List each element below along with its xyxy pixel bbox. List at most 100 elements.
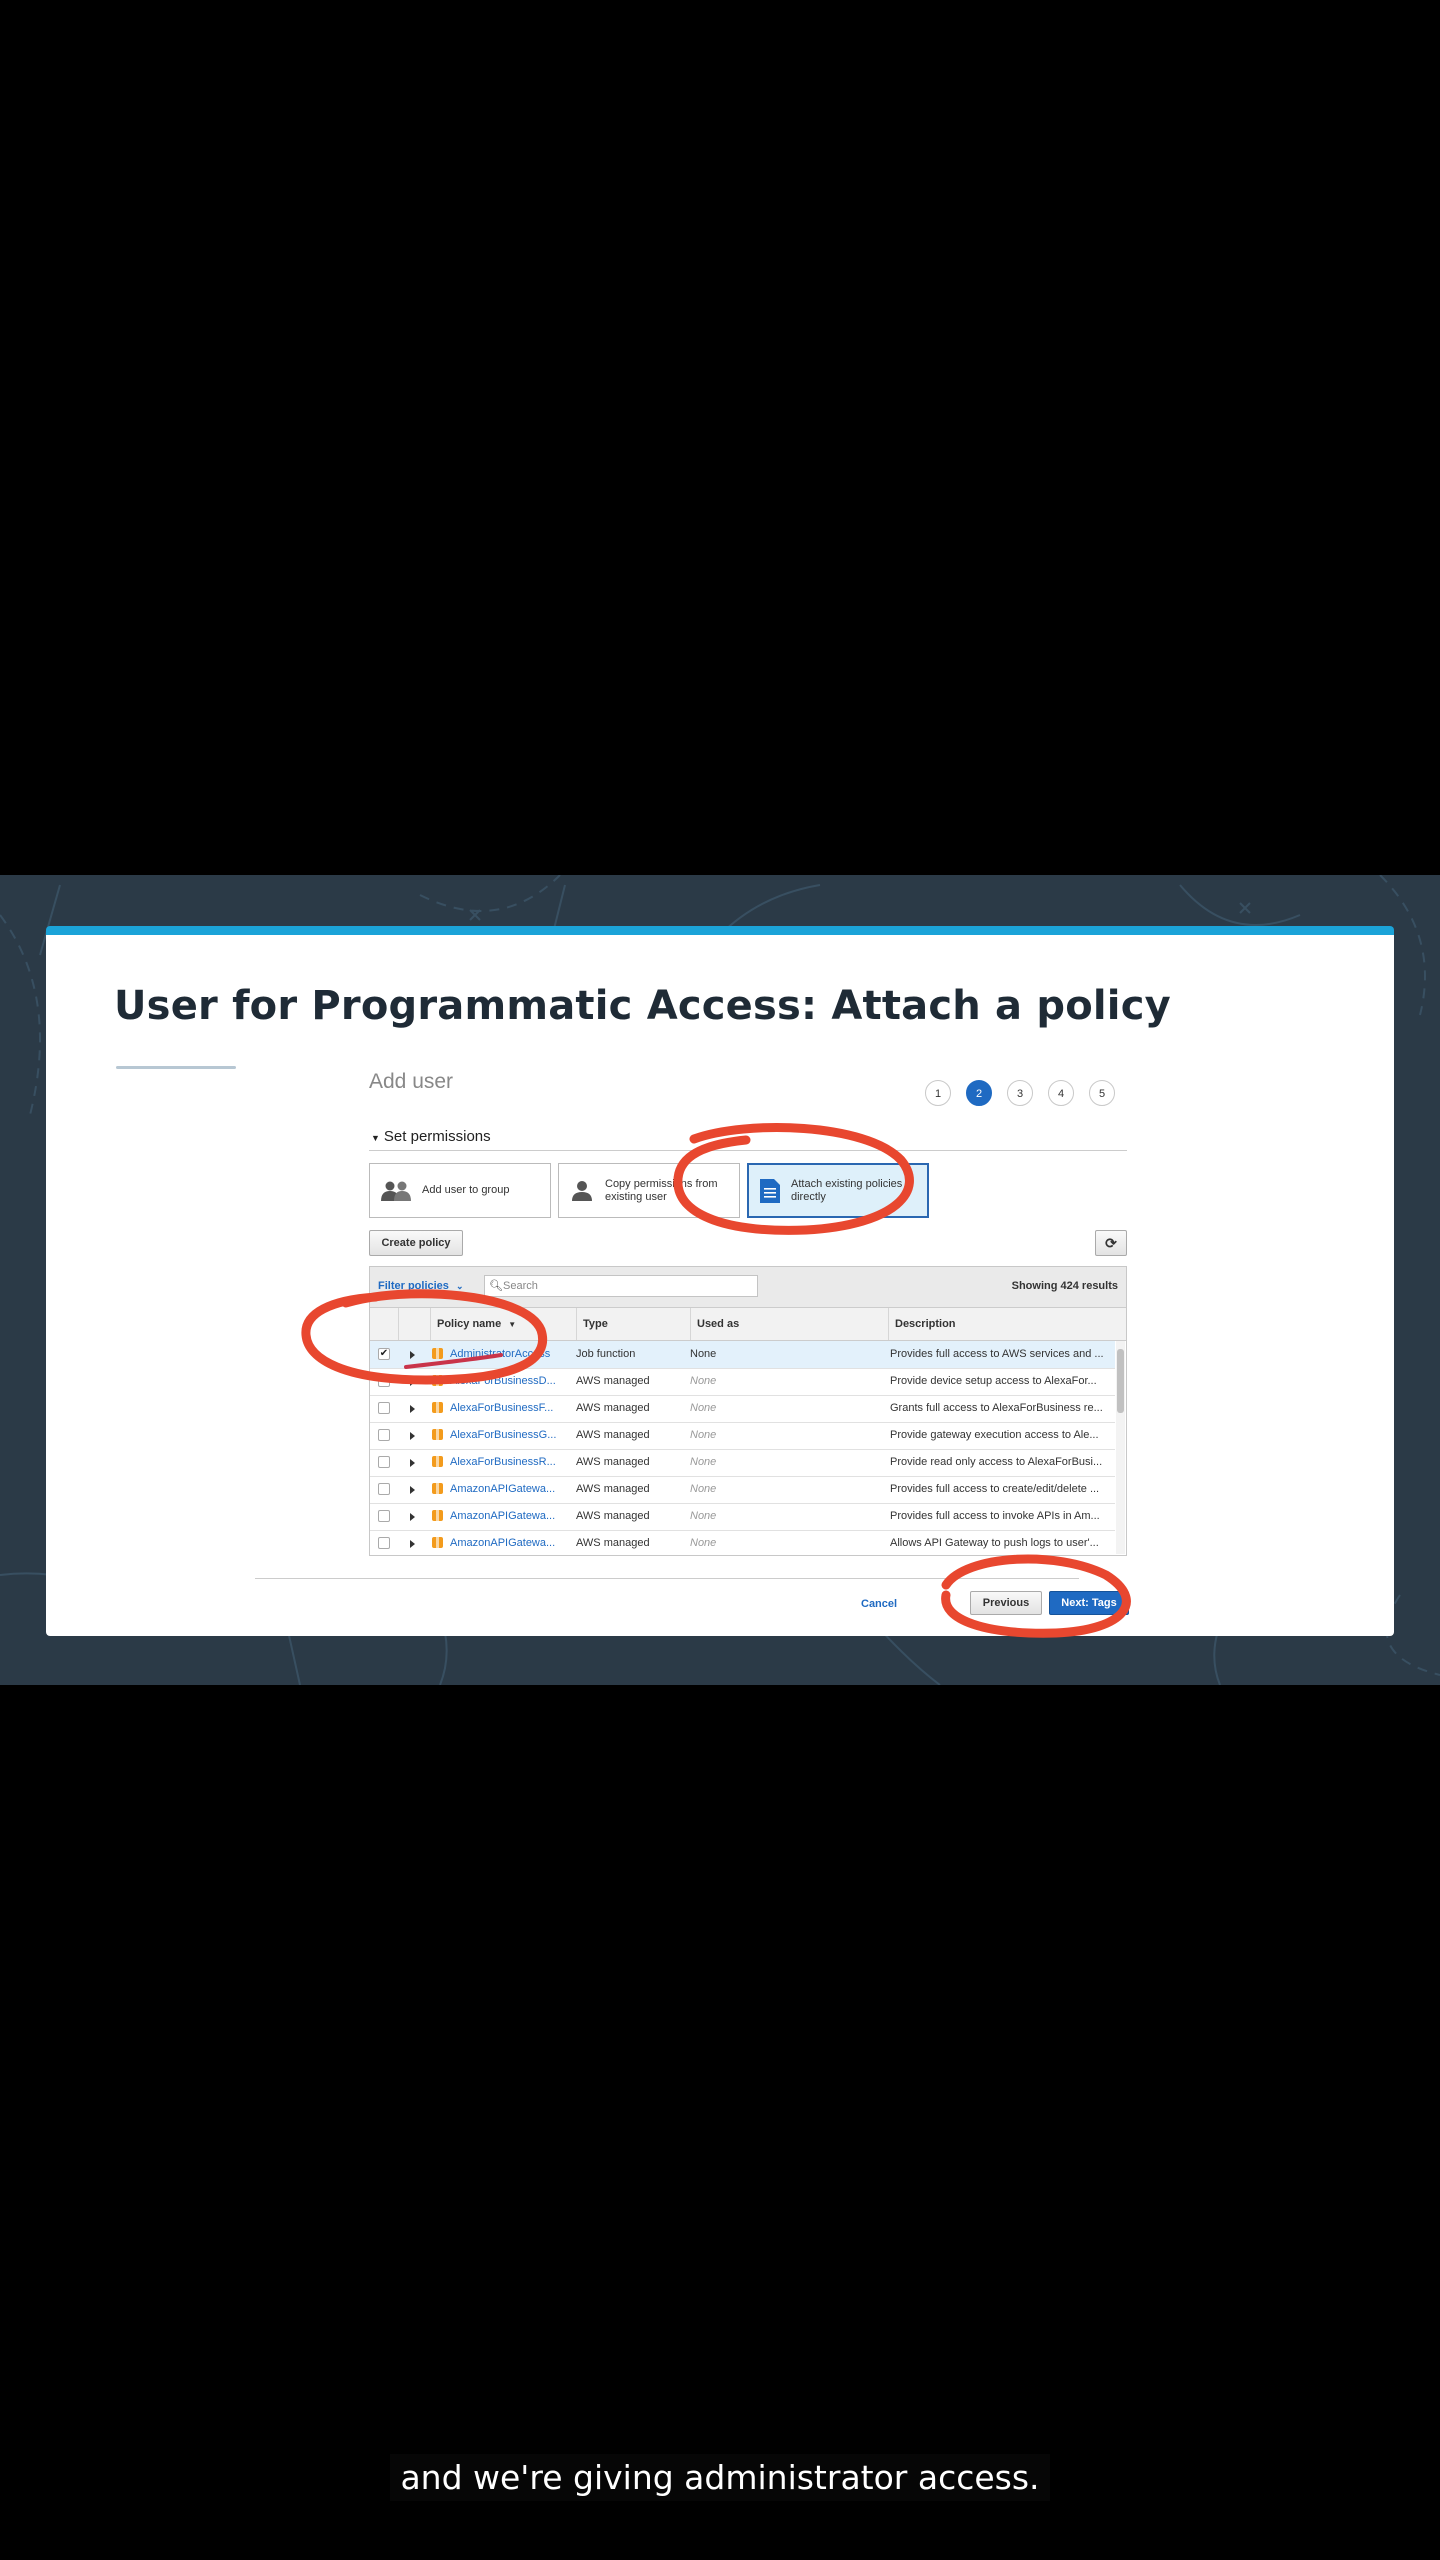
- policy-description: Provides full access to create/edit/dele…: [890, 1483, 1100, 1495]
- expand-caret-icon[interactable]: [410, 1405, 415, 1413]
- table-row[interactable]: AmazonAPIGatewa... AWS managed None Provide…: [370, 1503, 1115, 1531]
- users-group-icon: [380, 1180, 412, 1202]
- next-tags-button[interactable]: Next: Tags: [1049, 1591, 1129, 1615]
- search-placeholder: Search: [503, 1280, 538, 1292]
- filter-policies-dropdown[interactable]: Filter policies ⌄: [378, 1280, 464, 1292]
- expand-caret-icon[interactable]: [410, 1378, 415, 1386]
- policy-type: AWS managed: [576, 1510, 650, 1522]
- policy-table: Filter policies ⌄ 🔍︎ Search Showing 424 …: [369, 1266, 1127, 1556]
- row-checkbox[interactable]: [378, 1429, 390, 1441]
- expand-caret-icon[interactable]: [410, 1486, 415, 1494]
- policy-name-link[interactable]: AlexaForBusinessR...: [450, 1449, 558, 1476]
- search-input[interactable]: 🔍︎ Search: [484, 1275, 758, 1297]
- policy-type: AWS managed: [576, 1375, 650, 1387]
- caret-down-icon: ▼: [371, 1133, 380, 1143]
- policy-name-link[interactable]: AmazonAPIGatewa...: [450, 1530, 558, 1555]
- slide-card: User for Programmatic Access: Attach a p…: [46, 926, 1394, 1638]
- option-copy-permissions[interactable]: Copy permissions from existing user: [558, 1163, 740, 1218]
- filter-policies-label: Filter policies: [378, 1280, 449, 1292]
- option-label: Copy permissions from existing user: [605, 1177, 718, 1203]
- policy-name-link[interactable]: AmazonAPIGatewa...: [450, 1503, 558, 1530]
- policy-name-link[interactable]: AmazonAPIGatewa...: [450, 1476, 558, 1503]
- header-checkbox-col: [370, 1308, 398, 1340]
- slide-title: User for Programmatic Access: Attach a p…: [114, 983, 1171, 1029]
- table-row[interactable]: AlexaForBusinessD... AWS managed None Provi…: [370, 1368, 1115, 1396]
- step-3[interactable]: 3: [1007, 1080, 1033, 1106]
- policy-package-icon: [432, 1348, 443, 1359]
- step-1[interactable]: 1: [925, 1080, 951, 1106]
- table-row[interactable]: AlexaForBusinessF... AWS managed None Grant…: [370, 1395, 1115, 1423]
- table-row[interactable]: ✔ AdministratorAccess Job function None Prov…: [370, 1341, 1115, 1369]
- expand-caret-icon[interactable]: [410, 1351, 415, 1359]
- header-expand-col: [398, 1308, 430, 1340]
- policy-description: Provide read only access to AlexaForBusi…: [890, 1456, 1103, 1468]
- table-row[interactable]: AmazonAPIGatewa... AWS managed None Provide…: [370, 1476, 1115, 1504]
- header-type[interactable]: Type: [576, 1308, 690, 1340]
- chevron-down-icon: ⌄: [455, 1281, 464, 1291]
- step-5[interactable]: 5: [1089, 1080, 1115, 1106]
- header-used-as[interactable]: Used as: [690, 1308, 888, 1340]
- policy-name-link[interactable]: AlexaForBusinessF...: [450, 1395, 558, 1422]
- row-checkbox[interactable]: [378, 1456, 390, 1468]
- option-label: Attach existing policies directly: [791, 1177, 903, 1203]
- policy-package-icon: [432, 1483, 443, 1494]
- table-row[interactable]: AlexaForBusinessG... AWS managed None Provi…: [370, 1422, 1115, 1450]
- expand-caret-icon[interactable]: [410, 1432, 415, 1440]
- policy-description: Provides full access to AWS services and…: [890, 1348, 1104, 1360]
- policy-description: Provides full access to invoke APIs in A…: [890, 1510, 1100, 1522]
- section-divider: [369, 1150, 1127, 1151]
- policy-description: Provide device setup access to AlexaFor.…: [890, 1375, 1097, 1387]
- policy-name-link[interactable]: AlexaForBusinessD...: [450, 1368, 558, 1395]
- aws-console-screenshot: Add user 1 2 3 4 5 ▼ Set permissions Add …: [255, 1070, 1131, 1630]
- policy-package-icon: [432, 1456, 443, 1467]
- expand-caret-icon[interactable]: [410, 1459, 415, 1467]
- table-scrollbar[interactable]: [1116, 1341, 1125, 1554]
- step-4[interactable]: 4: [1048, 1080, 1074, 1106]
- scroll-thumb[interactable]: [1117, 1349, 1124, 1413]
- refresh-icon: ⟳: [1105, 1235, 1117, 1251]
- row-checkbox[interactable]: [378, 1483, 390, 1495]
- table-row[interactable]: AlexaForBusinessR... AWS managed None Provi…: [370, 1449, 1115, 1477]
- page-title: Add user: [369, 1070, 454, 1093]
- policy-used-as: None: [690, 1402, 717, 1414]
- row-checkbox[interactable]: [378, 1537, 390, 1549]
- header-label: Policy name: [437, 1318, 502, 1330]
- section-heading-label: Set permissions: [383, 1128, 491, 1145]
- row-checkbox[interactable]: [378, 1402, 390, 1414]
- policy-package-icon: [432, 1402, 443, 1413]
- policy-type: AWS managed: [576, 1402, 650, 1414]
- expand-caret-icon[interactable]: [410, 1513, 415, 1521]
- document-icon: [759, 1178, 781, 1204]
- footer-divider: [255, 1578, 1079, 1579]
- option-attach-policies[interactable]: Attach existing policies directly: [747, 1163, 929, 1218]
- header-description[interactable]: Description: [888, 1308, 1126, 1340]
- step-2-active[interactable]: 2: [966, 1080, 992, 1106]
- cancel-button[interactable]: Cancel: [861, 1598, 897, 1610]
- user-icon: [569, 1180, 595, 1202]
- search-icon: 🔍︎: [489, 1280, 503, 1292]
- policy-type: Job function: [576, 1348, 636, 1360]
- policy-description: Allows API Gateway to push logs to user'…: [890, 1537, 1099, 1549]
- option-add-user-to-group[interactable]: Add user to group: [369, 1163, 551, 1218]
- title-underline: [116, 1066, 236, 1069]
- subtitle-text: and we're giving administrator access.: [390, 2454, 1050, 2501]
- create-policy-button[interactable]: Create policy: [369, 1230, 463, 1256]
- table-row[interactable]: AmazonAPIGatewa... AWS managed None Allows …: [370, 1530, 1115, 1555]
- previous-button[interactable]: Previous: [970, 1591, 1042, 1615]
- section-heading[interactable]: ▼ Set permissions: [371, 1128, 491, 1145]
- policy-type: AWS managed: [576, 1456, 650, 1468]
- policy-name-link[interactable]: AdministratorAccess: [450, 1341, 558, 1368]
- policy-name-link[interactable]: AlexaForBusinessG...: [450, 1422, 558, 1449]
- policy-type: AWS managed: [576, 1429, 650, 1441]
- row-checkbox[interactable]: [378, 1510, 390, 1522]
- header-policy-name[interactable]: Policy name ▼: [430, 1308, 576, 1340]
- policy-used-as: None: [690, 1483, 717, 1495]
- policy-package-icon: [432, 1537, 443, 1548]
- table-header: Policy name ▼ Type Used as Description: [370, 1308, 1126, 1341]
- policy-description: Provide gateway execution access to Ale.…: [890, 1429, 1099, 1441]
- refresh-button[interactable]: ⟳: [1095, 1230, 1127, 1256]
- option-label: Add user to group: [422, 1184, 510, 1196]
- row-checkbox[interactable]: [378, 1375, 390, 1387]
- expand-caret-icon[interactable]: [410, 1540, 415, 1548]
- row-checkbox[interactable]: ✔: [378, 1348, 390, 1360]
